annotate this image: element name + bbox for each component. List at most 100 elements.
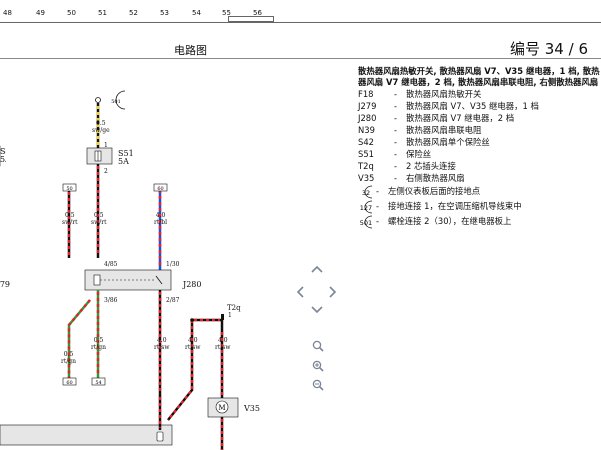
legend-row: S51- 保险丝 — [358, 149, 601, 161]
legend-desc: 散热器风扇单个保险丝 — [406, 136, 490, 147]
legend-code: S51 — [358, 148, 374, 159]
legend-row: 127 - 接地连接 1，在空调压缩机导线束中 — [358, 200, 601, 215]
legend-row: N39- 散热器风扇串联电阻 — [358, 125, 601, 137]
connector-box-50: 50 — [62, 183, 77, 192]
legend-row: 501 - 螺栓连接 2（30），在继电器板上 — [358, 215, 601, 230]
legend-row: S42- 散热器风扇单个保险丝 — [358, 137, 601, 149]
wire-rt-gn-left — [67, 299, 91, 378]
pan-down-button[interactable] — [310, 305, 324, 315]
circuit-diagram: 501 M 50 60 60 54 — [0, 90, 239, 450]
wire-label: 4.0 rt/sw — [215, 337, 231, 351]
connector-label: 54 — [95, 380, 101, 386]
pan-left-button[interactable] — [295, 285, 305, 299]
pin-label: 1/30 — [166, 261, 180, 268]
ground-point-icon: 32 — [358, 185, 376, 199]
pin-label: 2/87 — [166, 297, 180, 304]
ruler-number: 51 — [98, 9, 107, 17]
connector-box-60b: 60 — [62, 377, 77, 386]
zoom-out-icon — [312, 379, 324, 391]
legend-code: S42 — [358, 136, 374, 147]
legend-desc: 散热器风扇串联电阻 — [406, 124, 482, 135]
connector-label: 60 — [157, 186, 163, 192]
bolt-connection-icon: 501 — [358, 215, 376, 229]
node-label: 501 — [111, 99, 121, 105]
legend-desc: 接地连接 1，在空调压缩机导线束中 — [388, 201, 522, 212]
zoom-reset-button[interactable] — [312, 360, 324, 372]
legend-code: N39 — [358, 124, 375, 135]
ruler-stamp — [228, 16, 274, 22]
ruler-number: 52 — [129, 9, 138, 17]
component-label-j279: J279 — [0, 280, 10, 289]
legend-row: J280- 散热器风扇 V7 继电器，2 档 — [358, 113, 601, 125]
pin-label: 1 — [104, 142, 108, 149]
legend-desc: 保险丝 — [406, 148, 432, 159]
legend-code: T2q — [358, 160, 374, 171]
wire-label: 0.5 sw/rt — [91, 212, 107, 226]
chevron-up-icon — [311, 265, 323, 273]
ruler-number: 53 — [160, 9, 169, 17]
wire-label: 4.0 rt/sw — [154, 337, 170, 351]
motor-label: M — [218, 404, 225, 412]
connector-box-54: 54 — [91, 377, 106, 386]
legend-desc: 散热器风扇 V7 继电器，2 档 — [406, 112, 515, 123]
zoom-reset-icon — [312, 360, 324, 372]
ruler-number: 48 — [3, 9, 12, 17]
pan-up-button[interactable] — [310, 264, 324, 274]
legend-code: J280 — [358, 112, 377, 123]
component-label-j280: J280 — [183, 280, 202, 289]
component-legend: 散热器风扇热敏开关, 散热器风扇 V7、V35 继电器，1 档, 散热器风扇 V… — [358, 66, 601, 230]
connector-label-t2q: T2q — [227, 304, 241, 312]
connector-t2q — [221, 314, 224, 320]
legend-desc: 2 芯插头连接 — [406, 160, 456, 171]
legend-row: V35- 右侧散热器风扇 — [358, 173, 601, 185]
legend-row: J279- 散热器风扇 V7、V35 继电器，1 档 — [358, 101, 601, 113]
connector-label: 60 — [66, 380, 72, 386]
chevron-right-icon — [329, 286, 337, 298]
wire-label: 4.0 rt/bl — [154, 212, 168, 226]
wire-rt-sw-2 — [167, 320, 194, 421]
ruler-number: 54 — [192, 9, 201, 17]
legend-code: V35 — [358, 172, 375, 183]
page-title: 电路图 — [174, 44, 207, 57]
connector-label: 50 — [66, 186, 72, 192]
legend-desc: 螺栓连接 2（30），在继电器板上 — [388, 216, 512, 227]
pin-label: 2 — [104, 168, 108, 175]
wire-label: 0.5 rt/gn — [91, 337, 107, 351]
bus-connector — [156, 431, 164, 442]
zoom-out-button[interactable] — [312, 379, 324, 391]
terminal-node — [95, 97, 101, 103]
document-number: 编号 34 / 6 — [510, 40, 588, 58]
wire-label: 0.5 sw/rt — [62, 212, 78, 226]
legend-row: F18- 散热器风扇热敏开关 — [358, 89, 601, 101]
legend-circle-code: 127 — [360, 204, 372, 212]
legend-code: J279 — [358, 100, 377, 111]
wire-rt-sw-3 — [192, 318, 224, 330]
chevron-left-icon — [296, 286, 304, 298]
legend-row: T2q -2 芯插头连接 — [358, 161, 601, 173]
pan-right-button[interactable] — [328, 285, 338, 299]
ground-point-icon: 127 — [358, 200, 376, 214]
zoom-in-button[interactable] — [312, 340, 324, 352]
legend-desc: 散热器风扇热敏开关 — [406, 88, 482, 99]
component-label-s51: S51 5A — [118, 149, 134, 166]
legend-desc: 左侧仪表板后面的接地点 — [388, 186, 481, 197]
legend-circle-code: 501 — [360, 219, 372, 227]
component-label-v35: V35 — [244, 404, 260, 413]
bolt-connection-501: 501 — [111, 90, 126, 110]
zoom-in-icon — [312, 340, 324, 352]
legend-title: 散热器风扇热敏开关, 散热器风扇 V7、V35 继电器，1 档, 散热器风扇 V… — [358, 66, 600, 88]
legend-circle-code: 32 — [362, 189, 370, 197]
wire-label: 0.5 rt/gn — [61, 351, 77, 365]
legend-row: 32 - 左侧仪表板后面的接地点 — [358, 185, 601, 200]
wire-label: 4.0 rt/sw — [185, 337, 201, 351]
chevron-down-icon — [311, 306, 323, 314]
legend-desc: 右侧散热器风扇 — [406, 172, 465, 183]
pin-label: 1 — [228, 312, 232, 319]
pin-label: 4/85 — [104, 261, 118, 268]
component-label-s42: S42 5A — [0, 148, 6, 164]
column-ruler: 48 49 50 51 52 53 54 55 56 — [0, 0, 601, 23]
pin-label: 3/86 — [104, 297, 118, 304]
wire-label: 0.5 sw/ge — [92, 120, 110, 134]
ruler-number: 49 — [36, 9, 45, 17]
legend-code: F18 — [358, 88, 374, 99]
